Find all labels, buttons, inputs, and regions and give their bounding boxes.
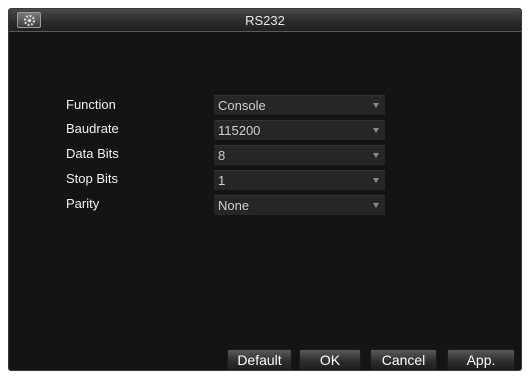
function-label: Function: [66, 97, 116, 112]
cancel-button[interactable]: Cancel: [370, 349, 437, 370]
parity-dropdown[interactable]: None: [214, 195, 385, 215]
data-bits-label: Data Bits: [66, 146, 119, 161]
parity-value: None: [218, 198, 250, 213]
data-bits-value: 8: [218, 148, 226, 163]
chevron-down-icon: [373, 178, 379, 183]
ok-button[interactable]: OK: [299, 349, 361, 370]
data-bits-dropdown[interactable]: 8: [214, 145, 385, 165]
chevron-down-icon: [373, 203, 379, 208]
baudrate-dropdown[interactable]: 115200: [214, 120, 385, 140]
chevron-down-icon: [373, 153, 379, 158]
window-title: RS232: [245, 13, 285, 28]
stop-bits-dropdown[interactable]: 1: [214, 170, 385, 190]
rs232-dialog: RS232 Function Console Baudrate 115200 D…: [8, 8, 522, 371]
default-button[interactable]: Default: [227, 349, 292, 370]
parity-label: Parity: [66, 196, 100, 211]
baudrate-label: Baudrate: [66, 121, 119, 136]
chevron-down-icon: [373, 103, 379, 108]
stop-bits-value: 1: [218, 173, 226, 188]
stop-bits-label: Stop Bits: [66, 171, 119, 186]
chevron-down-icon: [373, 128, 379, 133]
title-bar: RS232: [9, 9, 521, 32]
baudrate-value: 115200: [218, 123, 261, 138]
function-value: Console: [218, 98, 266, 113]
function-dropdown[interactable]: Console: [214, 95, 385, 115]
apply-button[interactable]: App.: [447, 349, 515, 370]
